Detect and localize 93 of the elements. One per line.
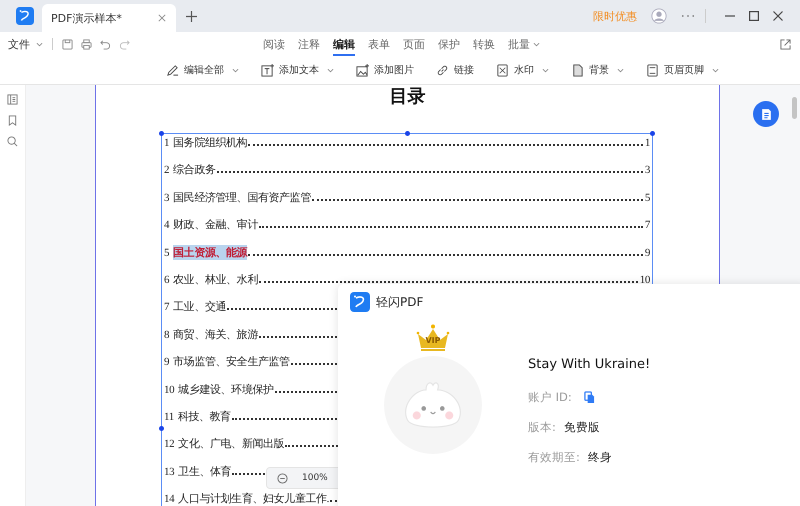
toc-number: 7 <box>164 301 170 314</box>
text-box-icon <box>261 64 274 76</box>
toolbar-button[interactable]: 添加文本 <box>261 63 334 77</box>
document-tab[interactable]: PDF演示样本* <box>42 4 176 32</box>
toc-entry[interactable]: 工业、交通 <box>173 299 226 314</box>
external-window-icon[interactable] <box>780 38 791 50</box>
more-icon[interactable] <box>681 14 695 18</box>
toolbar-button[interactable]: 页眉页脚 <box>646 63 719 77</box>
field-label: 有效期至: <box>528 450 580 464</box>
toc-number: 2 <box>164 164 170 176</box>
save-icon[interactable] <box>62 38 73 50</box>
document-button[interactable] <box>753 101 779 127</box>
toc-entry[interactable]: 人口与计划生育、妇女儿童工作. <box>178 491 329 506</box>
toc-entry[interactable]: 综合政务 <box>173 162 216 178</box>
mode-tab[interactable]: 表单 <box>368 32 390 56</box>
close-icon[interactable] <box>773 11 783 21</box>
thumbnails-icon[interactable] <box>7 94 18 105</box>
toc-number: 5 <box>164 246 170 259</box>
toolbar-button[interactable]: 水印 <box>496 63 549 77</box>
mode-tab[interactable]: 保护 <box>438 32 460 56</box>
undo-icon[interactable] <box>100 38 111 50</box>
user-name: Stay With Ukraine! <box>528 357 650 372</box>
mode-tab[interactable]: 批量 <box>508 32 540 56</box>
app-name: 轻闪PDF <box>376 294 424 310</box>
toc-number: 8 <box>164 328 170 341</box>
toc-number: 11 <box>164 410 174 423</box>
field-value: 终身 <box>588 450 612 464</box>
close-icon[interactable] <box>158 14 166 22</box>
field-value: 免费版 <box>564 420 600 434</box>
field-label: 版本: <box>528 420 556 434</box>
toolbar-button[interactable]: 链接 <box>436 63 474 77</box>
page-number: 5 <box>644 192 650 204</box>
toolbar-button[interactable]: 编辑全部 <box>166 63 239 77</box>
tab-title: PDF演示样本* <box>51 10 123 26</box>
document-icon <box>760 108 772 120</box>
watermark-icon <box>496 64 509 76</box>
field-label: 账户 ID: <box>528 390 572 404</box>
toc-number: 4 <box>164 219 170 232</box>
toc-entry[interactable]: 市场监管、安全生产监管 <box>173 354 290 370</box>
toc-entry[interactable]: 国务院组织机构 <box>173 135 248 150</box>
maximize-icon[interactable] <box>749 11 759 21</box>
bookmark-icon[interactable] <box>7 115 18 126</box>
toc-entry[interactable]: 商贸、海关、旅游 <box>173 326 258 342</box>
toc-number: 3 <box>164 192 170 204</box>
zoom-out-icon[interactable] <box>277 472 288 484</box>
toc-entry[interactable]: 财政、金融、审计 <box>173 217 258 232</box>
resize-handle[interactable] <box>159 426 164 431</box>
user-icon[interactable] <box>651 8 667 24</box>
toc-entry[interactable]: 城乡建设、环境保护 <box>178 382 274 397</box>
print-icon[interactable] <box>81 38 92 50</box>
toc-number: 10 <box>164 384 174 396</box>
toc-entry[interactable]: 文化、广电、新闻出版 <box>178 436 284 452</box>
search-icon[interactable] <box>7 136 18 147</box>
mode-tab[interactable]: 阅读 <box>263 32 285 56</box>
resize-handle[interactable] <box>159 131 164 136</box>
app-logo-icon <box>350 292 370 312</box>
toc-number: 9 <box>164 356 170 368</box>
caret-icon <box>36 42 43 46</box>
page-icon <box>571 64 584 76</box>
link-icon <box>436 64 449 76</box>
toc-number: 12 <box>164 438 174 450</box>
scrollbar[interactable] <box>792 97 797 119</box>
page-number: 7 <box>644 219 650 232</box>
resize-handle[interactable] <box>650 131 655 136</box>
toc-entry[interactable]: 国民经济管理、国有资产监管 <box>173 190 311 205</box>
image-icon <box>356 64 369 76</box>
toolbar-button[interactable]: 背景 <box>571 63 624 77</box>
document-title: 目录 <box>388 85 426 108</box>
page-number: 9 <box>644 246 650 259</box>
pen-icon <box>166 64 179 76</box>
resize-handle[interactable] <box>405 131 410 136</box>
toc-number: 13 <box>164 466 174 478</box>
toc-entry[interactable]: 科技、教育 <box>178 408 231 424</box>
app-logo-icon <box>16 7 34 25</box>
copy-icon[interactable] <box>584 390 595 404</box>
page-number: 1 <box>644 137 650 149</box>
toc-number: 14 <box>164 493 174 506</box>
page-number: 10 <box>640 274 650 286</box>
header-footer-icon <box>646 64 659 76</box>
toc-number: 1 <box>164 137 170 149</box>
mode-tab[interactable]: 页面 <box>403 32 425 56</box>
toolbar-button[interactable]: 添加图片 <box>356 63 414 77</box>
toc-entry[interactable]: 国土资源、能源 <box>173 244 248 260</box>
zoom-value[interactable]: 100% <box>302 473 328 483</box>
toc-number: 6 <box>164 274 170 286</box>
mode-tab[interactable]: 编辑 <box>333 32 355 56</box>
file-menu[interactable]: 文件 <box>8 36 43 52</box>
toc-entry[interactable]: 农业、林业、水利 <box>173 272 258 287</box>
page-number: 3 <box>644 164 650 176</box>
new-tab-icon[interactable] <box>186 10 197 22</box>
mode-tab[interactable]: 注释 <box>298 32 320 56</box>
mode-tab[interactable]: 转换 <box>473 32 495 56</box>
toc-entry[interactable]: 卫生、体育 <box>178 464 232 479</box>
